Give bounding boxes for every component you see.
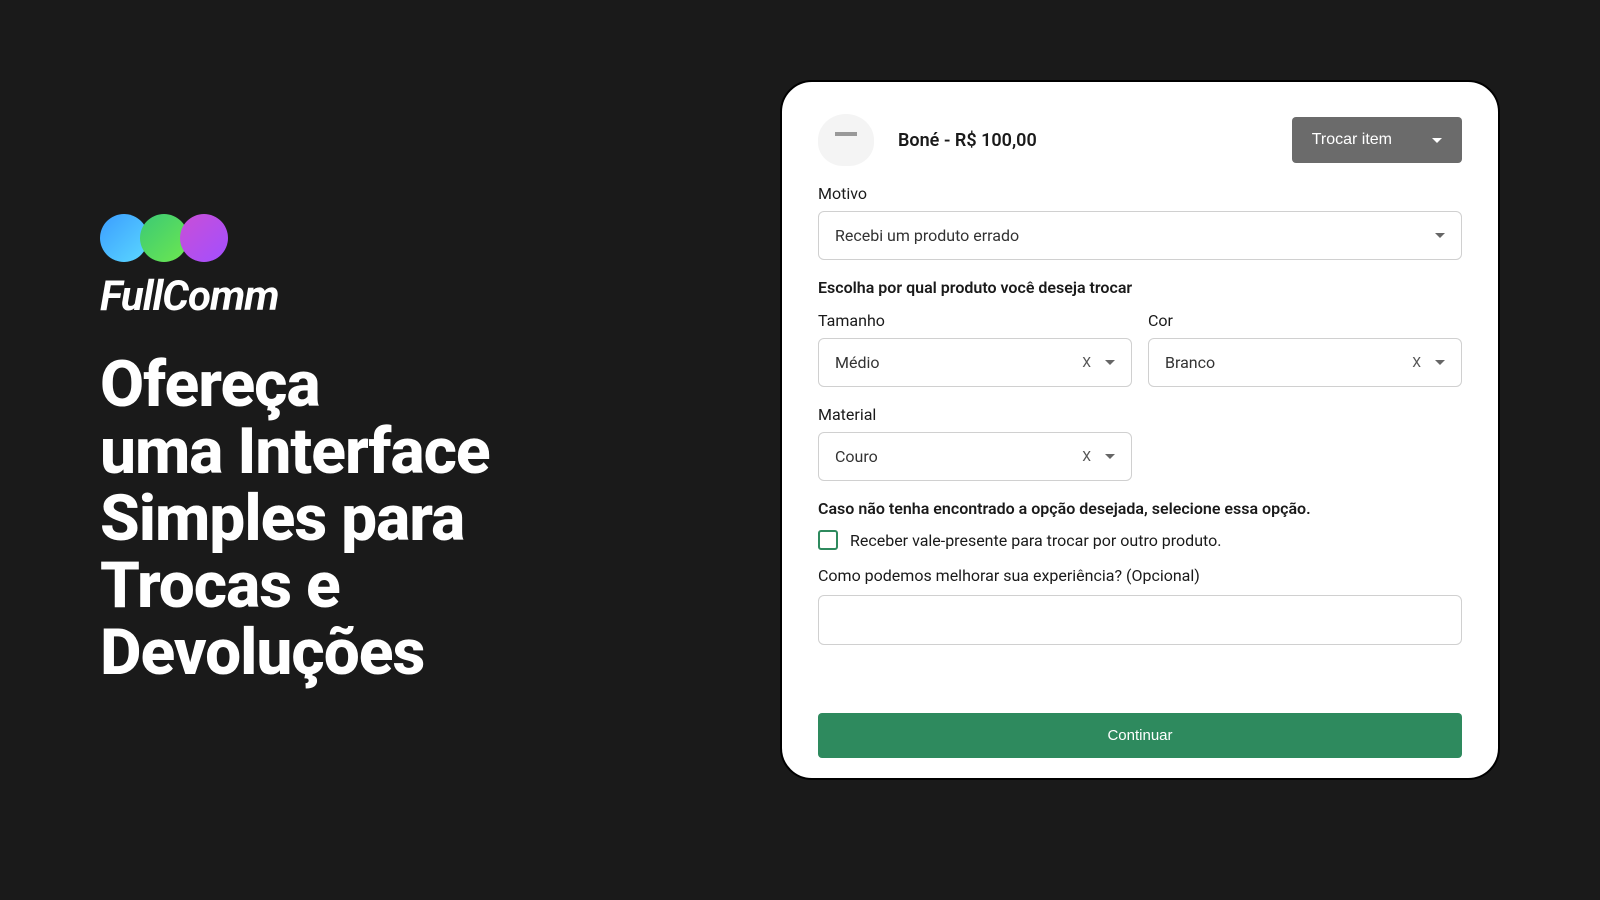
motivo-value: Recebi um produto errado (835, 226, 1019, 245)
hero-line-5: Devoluções (100, 619, 700, 686)
material-label: Material (818, 405, 1462, 424)
feedback-textarea[interactable] (818, 595, 1462, 645)
motivo-label: Motivo (818, 184, 1462, 203)
tamanho-field: Tamanho Médio X (818, 311, 1132, 387)
tamanho-select[interactable]: Médio X (818, 338, 1132, 387)
product-title: Boné - R$ 100,00 (898, 130, 1037, 151)
hero-heading: Ofereça uma Interface Simples para Troca… (100, 351, 700, 687)
voucher-checkbox-label: Receber vale-presente para trocar por ou… (850, 531, 1221, 550)
logo-dot-purple (180, 214, 228, 262)
escolha-heading: Escolha por qual produto você deseja tro… (818, 278, 1462, 297)
chevron-down-icon (1105, 360, 1115, 365)
tamanho-label: Tamanho (818, 311, 1132, 330)
chevron-down-icon (1435, 233, 1445, 238)
motivo-select[interactable]: Recebi um produto errado (818, 211, 1462, 260)
hero-line-3: Simples para (100, 485, 700, 552)
product-thumbnail (818, 114, 874, 166)
cor-select[interactable]: Branco X (1148, 338, 1462, 387)
hero-line-2: uma Interface (100, 418, 700, 485)
logo-dots (100, 214, 700, 262)
material-section: Material Couro X (818, 405, 1462, 481)
chevron-down-icon (1105, 454, 1115, 459)
motivo-section: Motivo Recebi um produto errado (818, 184, 1462, 260)
product-header: Boné - R$ 100,00 Trocar item (818, 114, 1462, 166)
voucher-checkbox-row: Receber vale-presente para trocar por ou… (818, 530, 1462, 550)
clear-material-icon[interactable]: X (1082, 449, 1091, 465)
cor-label: Cor (1148, 311, 1462, 330)
clear-cor-icon[interactable]: X (1412, 355, 1421, 371)
voucher-checkbox[interactable] (818, 530, 838, 550)
hero-line-1: Ofereça (100, 351, 700, 418)
exchange-form-card: Boné - R$ 100,00 Trocar item Motivo Rece… (780, 80, 1500, 780)
action-dropdown[interactable]: Trocar item (1292, 117, 1462, 163)
cor-value: Branco (1165, 353, 1215, 372)
material-select[interactable]: Couro X (818, 432, 1132, 481)
brand-name: FullComm (100, 272, 700, 321)
continue-button[interactable]: Continuar (818, 713, 1462, 758)
main-form: Motivo Recebi um produto errado Escolha … (818, 184, 1462, 758)
feedback-label: Como podemos melhorar sua experiência? (… (818, 566, 1462, 585)
size-color-row: Tamanho Médio X Cor Branco X (818, 311, 1462, 387)
chevron-down-icon (1432, 138, 1442, 143)
product-info: Boné - R$ 100,00 (818, 114, 1037, 166)
material-value: Couro (835, 447, 878, 466)
cor-field: Cor Branco X (1148, 311, 1462, 387)
marketing-left-panel: FullComm Ofereça uma Interface Simples p… (0, 214, 700, 687)
hero-line-4: Trocas e (100, 552, 700, 619)
clear-tamanho-icon[interactable]: X (1082, 355, 1091, 371)
chevron-down-icon (1435, 360, 1445, 365)
fallback-heading: Caso não tenha encontrado a opção deseja… (818, 499, 1462, 518)
action-dropdown-label: Trocar item (1312, 131, 1392, 149)
tamanho-value: Médio (835, 353, 880, 372)
